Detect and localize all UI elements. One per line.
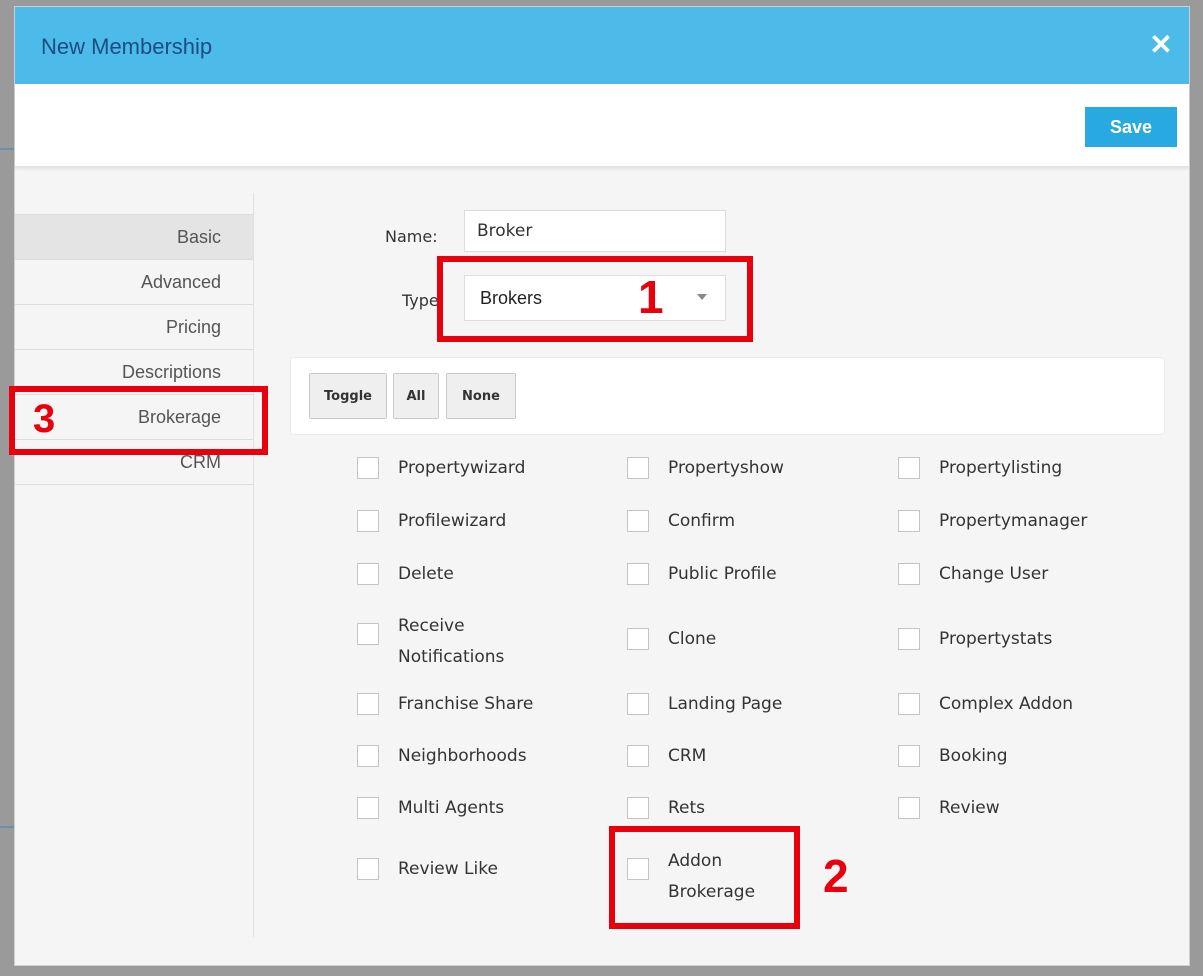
background-page-divider xyxy=(0,826,14,828)
permission-checkbox[interactable] xyxy=(898,457,920,479)
permission-label: Neighborhoods xyxy=(398,746,527,766)
permission-label: Clone xyxy=(668,629,717,649)
permission-checkbox[interactable] xyxy=(357,510,379,532)
permission-label: Profilewizard xyxy=(398,511,507,531)
sidebar-item-advanced[interactable]: Advanced xyxy=(15,260,253,305)
permission-label: Complex Addon xyxy=(939,694,1074,714)
permission-checkbox[interactable] xyxy=(627,457,649,479)
permission-checkbox[interactable] xyxy=(357,693,379,715)
annotation-number-1: 1 xyxy=(638,271,664,323)
permission-checkbox[interactable] xyxy=(627,745,649,767)
sidebar-item-pricing[interactable]: Pricing xyxy=(15,305,253,350)
permission-checkbox[interactable] xyxy=(357,797,379,819)
permission-checkbox[interactable] xyxy=(627,797,649,819)
permission-label: Public Profile xyxy=(668,564,777,584)
permission-checkbox[interactable] xyxy=(357,623,379,645)
permission-checkbox[interactable] xyxy=(898,797,920,819)
permission-label: Confirm xyxy=(668,511,736,531)
permission-checkbox[interactable] xyxy=(357,858,379,880)
permission-label: Booking xyxy=(939,746,1008,766)
modal-title: New Membership xyxy=(41,34,213,59)
permission-label: Rets xyxy=(668,798,706,818)
annotation-box-addon-brokerage xyxy=(609,826,800,929)
permission-checkbox[interactable] xyxy=(898,745,920,767)
sidebar-item-basic[interactable]: Basic xyxy=(15,215,253,260)
permission-label: Landing Page xyxy=(668,694,783,714)
permission-label: Change User xyxy=(939,564,1049,584)
permission-checkbox[interactable] xyxy=(357,457,379,479)
modal-toolbar: Save xyxy=(15,84,1189,167)
sidebar-divider xyxy=(253,193,254,937)
name-label: Name: xyxy=(385,227,438,246)
permission-label: Franchise Share xyxy=(398,694,534,714)
annotation-box-type-select xyxy=(437,256,753,342)
permission-checkbox[interactable] xyxy=(627,563,649,585)
permission-checkbox[interactable] xyxy=(357,563,379,585)
permission-checkbox[interactable] xyxy=(898,510,920,532)
permission-label: Propertylisting xyxy=(939,458,1063,478)
save-button[interactable]: Save xyxy=(1085,107,1177,147)
modal-header: New Membership ✕ xyxy=(15,7,1189,84)
selection-button-panel: Toggle All None xyxy=(290,357,1165,435)
permission-checkbox[interactable] xyxy=(627,510,649,532)
annotation-number-2: 2 xyxy=(823,850,849,902)
permission-checkbox[interactable] xyxy=(898,628,920,650)
name-input[interactable] xyxy=(464,210,726,252)
permission-checkbox[interactable] xyxy=(898,693,920,715)
permission-label: Review xyxy=(939,798,1000,818)
permission-label: CRM xyxy=(668,746,707,766)
permission-checkbox[interactable] xyxy=(627,693,649,715)
permission-label: Receive Notifications xyxy=(398,616,505,667)
close-icon[interactable]: ✕ xyxy=(1145,27,1177,63)
permission-label: Propertyshow xyxy=(668,458,784,478)
permission-label: Review Like xyxy=(398,859,498,879)
permission-label: Propertymanager xyxy=(939,511,1088,531)
permission-checkbox[interactable] xyxy=(627,628,649,650)
type-label: Type xyxy=(402,291,439,310)
none-button[interactable]: None xyxy=(446,373,516,419)
permission-checkbox[interactable] xyxy=(357,745,379,767)
permission-label: Propertywizard xyxy=(398,458,526,478)
background-page-divider xyxy=(0,148,14,150)
all-button[interactable]: All xyxy=(393,373,439,419)
annotation-number-3: 3 xyxy=(33,397,56,441)
new-membership-modal: New Membership ✕ Save Basic Advanced Pri… xyxy=(14,6,1190,966)
permission-checkbox[interactable] xyxy=(898,563,920,585)
permission-label: Propertystats xyxy=(939,629,1053,649)
permission-label: Multi Agents xyxy=(398,798,505,818)
toggle-button[interactable]: Toggle xyxy=(309,373,387,419)
permission-label: Delete xyxy=(398,564,454,584)
